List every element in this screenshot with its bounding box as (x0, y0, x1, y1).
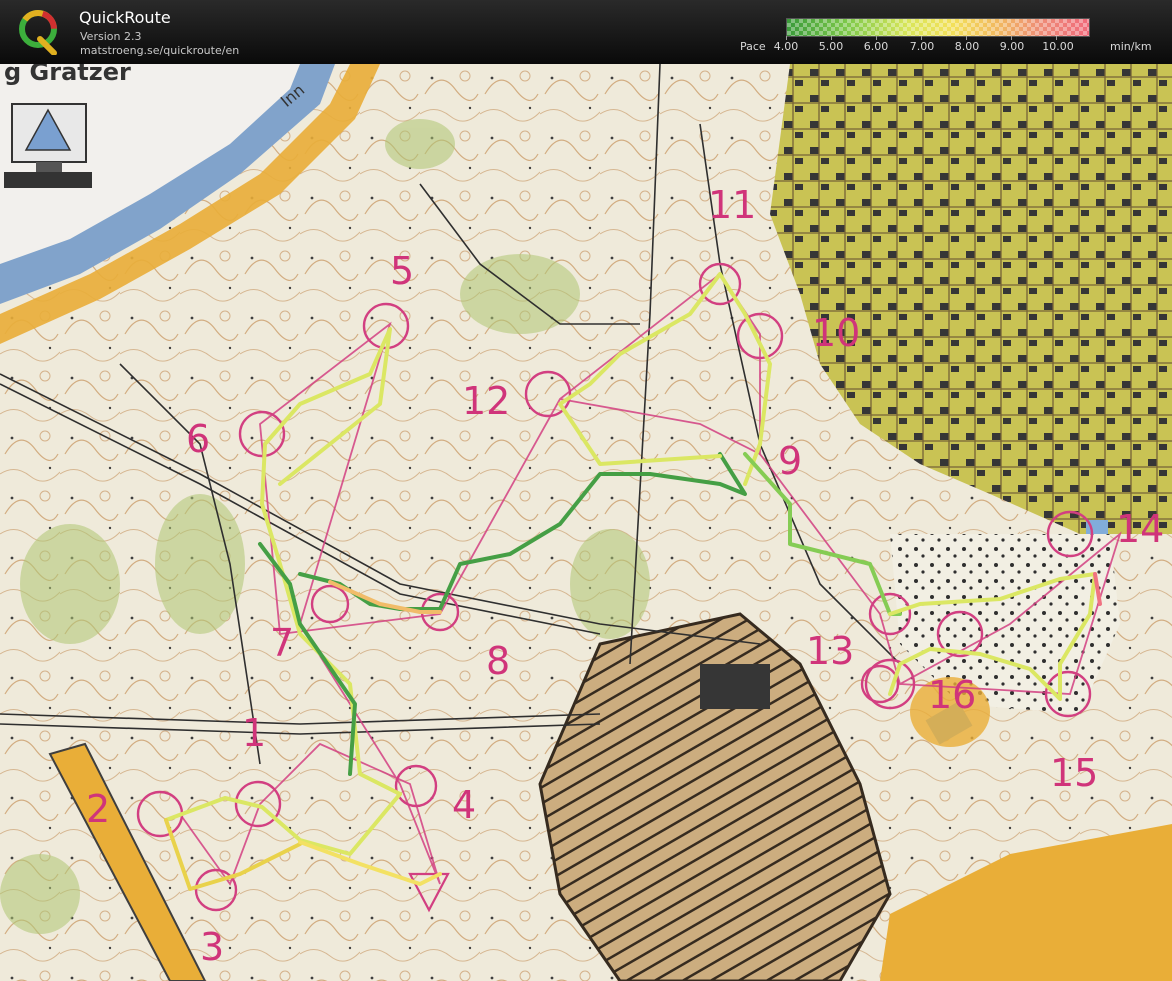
pace-value: 6.00 (863, 40, 889, 53)
control-number: 12 (462, 379, 511, 423)
pace-value: 5.00 (818, 40, 844, 53)
control-number: 10 (812, 311, 861, 355)
control-number: 4 (452, 783, 477, 827)
orienteering-map[interactable]: g Gratzer Inn 1 2 3 4 5 6 7 8 9 10 11 12… (0, 64, 1172, 981)
app-version: Version 2.3 (80, 30, 142, 43)
computer-pictogram-icon (4, 103, 92, 188)
app-title: QuickRoute (79, 8, 171, 27)
control-number: 2 (86, 787, 111, 831)
control-number: 6 (186, 417, 211, 461)
control-number: 16 (928, 673, 977, 717)
app-url[interactable]: matstroeng.se/quickroute/en (80, 44, 239, 57)
pace-value: 10.00 (1042, 40, 1074, 53)
control-number: 9 (778, 439, 803, 483)
control-number: 14 (1116, 507, 1165, 551)
pace-color-bar (786, 18, 1090, 37)
pace-value: 4.00 (773, 40, 799, 53)
photo-glare (0, 64, 1172, 981)
quickroute-q-logo-icon (18, 9, 58, 56)
control-number: 11 (708, 183, 757, 227)
app-header: QuickRoute Version 2.3 matstroeng.se/qui… (0, 0, 1172, 64)
pace-label: Pace (740, 40, 766, 53)
control-number: 15 (1050, 751, 1099, 795)
control-number: 1 (242, 711, 267, 755)
map-canvas[interactable] (0, 64, 1172, 981)
pace-value: 9.00 (999, 40, 1025, 53)
pace-value: 7.00 (909, 40, 935, 53)
control-number: 13 (806, 629, 855, 673)
pace-unit: min/km (1110, 40, 1152, 53)
pace-value: 8.00 (954, 40, 980, 53)
map-header-text: g Gratzer (4, 64, 131, 86)
control-number: 3 (200, 925, 225, 969)
control-number: 8 (486, 639, 511, 683)
control-number: 5 (390, 249, 415, 293)
control-number: 7 (270, 621, 295, 665)
